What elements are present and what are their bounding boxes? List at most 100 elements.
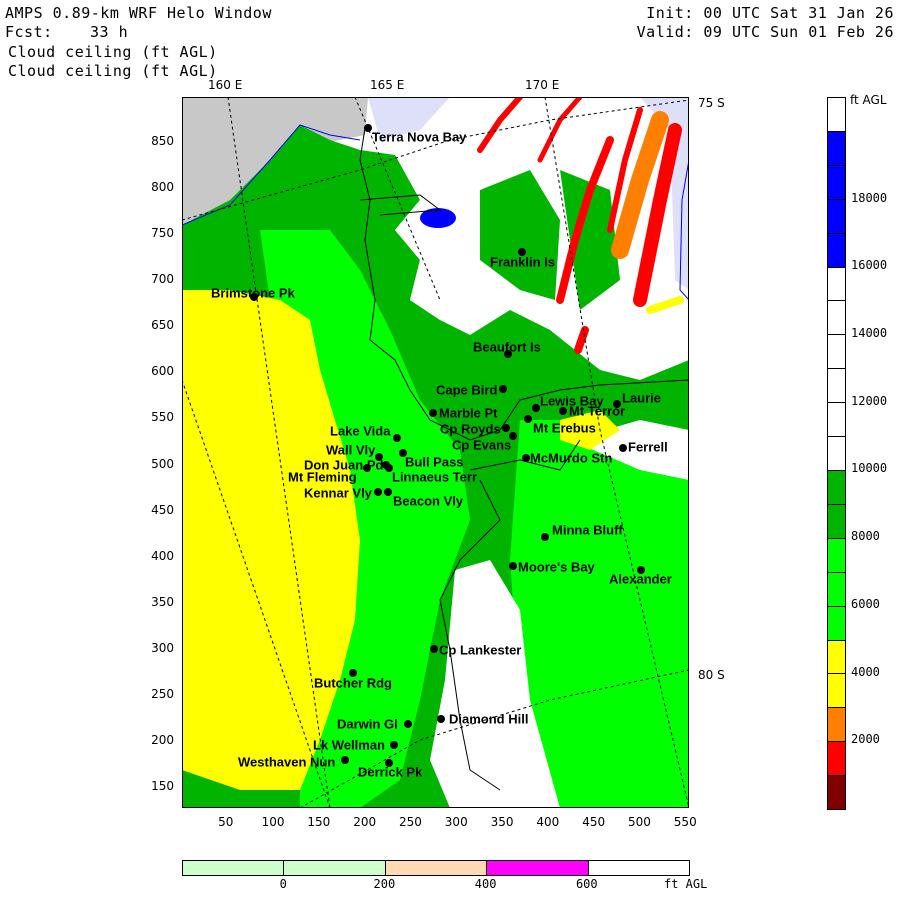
plot-title: AMPS 0.89-km WRF Helo Window bbox=[5, 4, 272, 22]
colorbar-bin bbox=[828, 504, 845, 539]
terrain-bin bbox=[385, 861, 488, 875]
colorbar-label: 4000 bbox=[851, 664, 880, 679]
station-marker bbox=[619, 444, 627, 452]
y-tick-label: 450 bbox=[151, 502, 174, 517]
colorbar-bin bbox=[828, 742, 845, 777]
x-tick-label: 250 bbox=[399, 815, 422, 829]
station-marker bbox=[404, 720, 412, 728]
station-label: Kennar Vly bbox=[304, 485, 372, 501]
terrain-bin bbox=[183, 861, 285, 875]
station-marker bbox=[430, 645, 438, 653]
colorbar-bin bbox=[828, 470, 845, 505]
helo-window-plot: AMPS 0.89-km WRF Helo Window Fcst: 33 h … bbox=[0, 0, 900, 900]
x-tick-label: 550 bbox=[673, 815, 697, 829]
station-marker bbox=[437, 715, 445, 723]
colorbar-bin bbox=[828, 640, 845, 675]
station-label: Lake Vida bbox=[330, 423, 391, 439]
field-name-2: Cloud ceiling (ft AGL) bbox=[8, 62, 218, 80]
terrain-label: 0 bbox=[279, 877, 287, 891]
y-tick-label: 650 bbox=[151, 318, 174, 333]
field-name-1: Cloud ceiling (ft AGL) bbox=[8, 43, 218, 61]
station-label: Beaufort Is bbox=[473, 339, 541, 355]
station-label: Ferrell bbox=[628, 439, 668, 455]
colorbar-bin bbox=[828, 437, 845, 471]
station-marker bbox=[364, 124, 372, 132]
station-marker bbox=[429, 409, 437, 417]
station-label: Franklin Is bbox=[490, 254, 556, 270]
colorbar-bin bbox=[828, 572, 845, 607]
station-marker bbox=[524, 415, 532, 423]
station-marker bbox=[559, 407, 567, 415]
colorbar-bin bbox=[828, 301, 845, 336]
init-time: Init: 00 UTC Sat 31 Jan 26 bbox=[646, 4, 894, 22]
colorbar-label: 18000 bbox=[851, 190, 888, 205]
station-marker bbox=[613, 400, 621, 408]
x-tick-label: 50 bbox=[218, 815, 234, 829]
station-label: Butcher Rdg bbox=[314, 675, 392, 691]
y-tick-label: 200 bbox=[151, 732, 174, 747]
lat-label: 80 S bbox=[698, 668, 725, 682]
lat-label: 75 S bbox=[698, 96, 725, 110]
colorbar-bin bbox=[828, 708, 845, 743]
x-tick-label: 200 bbox=[353, 815, 377, 829]
station-label: Mt Erebus bbox=[533, 420, 596, 436]
station-label: Derrick Pk bbox=[358, 764, 423, 780]
x-tick-label: 400 bbox=[536, 815, 560, 829]
x-tick-label: 350 bbox=[490, 815, 514, 829]
colorbar-bin bbox=[828, 369, 845, 404]
station-label: Cp Evans bbox=[452, 437, 512, 453]
y-tick-label: 700 bbox=[151, 272, 174, 287]
station-marker bbox=[341, 756, 349, 764]
station-label: Mt Fleming bbox=[288, 469, 357, 485]
station-label: Cp Royds bbox=[440, 421, 501, 437]
station-label: Diamond Hill bbox=[449, 711, 529, 727]
terrain-colorbar bbox=[182, 860, 690, 876]
colorbar-label: 10000 bbox=[851, 461, 888, 476]
colorbar-bin bbox=[828, 233, 845, 268]
colorbar-bin bbox=[828, 98, 845, 132]
y-tick-label: 800 bbox=[151, 180, 174, 195]
station-label: Marble Pt bbox=[439, 405, 498, 421]
colorbar-bin bbox=[828, 199, 845, 234]
terrain-label: 400 bbox=[474, 877, 497, 891]
colorbar-bin bbox=[828, 165, 845, 200]
colorbar-units: ft AGL bbox=[850, 93, 887, 107]
y-tick-label: 500 bbox=[151, 456, 174, 471]
y-tick-label: 850 bbox=[151, 134, 174, 149]
station-label: Cp Lankester bbox=[439, 642, 522, 658]
terrain-bin bbox=[588, 861, 690, 875]
colorbar-label: 12000 bbox=[851, 393, 888, 408]
station-label: Linnaeus Terr bbox=[392, 469, 478, 485]
colorbar-bin bbox=[828, 403, 845, 438]
colorbar-bin bbox=[828, 674, 845, 709]
x-tick-label: 100 bbox=[261, 815, 285, 829]
y-tick-label: 300 bbox=[151, 640, 174, 655]
colorbar-bin bbox=[828, 267, 845, 302]
y-tick-label: 600 bbox=[151, 364, 174, 379]
station-label: Lk Wellman bbox=[313, 737, 386, 753]
station-label: Terra Nova Bay bbox=[372, 129, 467, 145]
map-field bbox=[182, 97, 689, 808]
colorbar-label: 14000 bbox=[851, 326, 888, 340]
station-label: Laurie bbox=[622, 390, 662, 406]
colorbar-bin bbox=[828, 606, 845, 641]
station-label: Westhaven Nun bbox=[238, 754, 336, 770]
forecast-hours: 33 h bbox=[90, 23, 129, 41]
station-label: Moore's Bay bbox=[518, 559, 595, 575]
y-tick-label: 750 bbox=[151, 226, 174, 241]
x-tick-label: 300 bbox=[444, 815, 468, 829]
station-marker bbox=[522, 454, 530, 462]
station-label: Beacon Vly bbox=[393, 493, 464, 509]
y-tick-label: 150 bbox=[151, 778, 174, 793]
colorbar-label: 8000 bbox=[851, 529, 880, 544]
station-marker bbox=[390, 741, 398, 749]
x-tick-label: 500 bbox=[628, 815, 651, 829]
colorbar-bin bbox=[828, 538, 845, 573]
y-tick-label: 250 bbox=[151, 686, 174, 701]
terrain-colorbar-units: ft AGL bbox=[664, 877, 708, 891]
station-marker bbox=[502, 424, 510, 432]
terrain-label: 600 bbox=[575, 877, 598, 891]
ceiling-colorbar bbox=[827, 97, 846, 810]
station-label: Darwin Gl bbox=[337, 716, 398, 732]
station-label: Brimstone Pk bbox=[211, 285, 295, 301]
